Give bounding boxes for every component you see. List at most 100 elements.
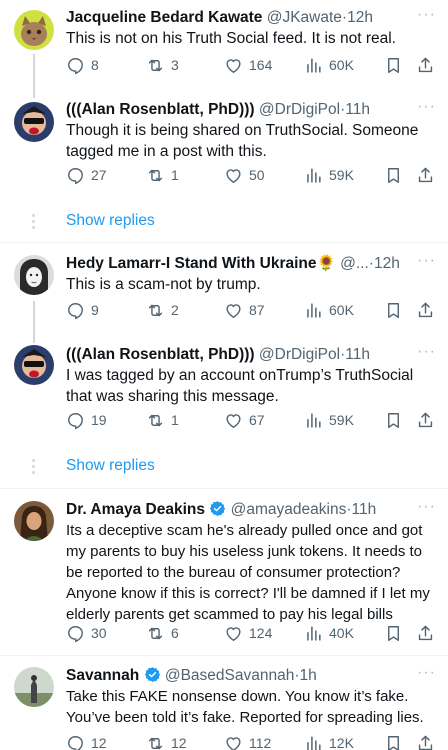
views-button[interactable]: 60K — [304, 301, 384, 320]
views-button[interactable]: 59K — [304, 166, 384, 185]
views-button[interactable]: 60K — [304, 56, 384, 75]
show-replies-link[interactable]: Show replies — [66, 212, 155, 230]
more-options-icon[interactable]: ··· — [417, 6, 436, 24]
views-button[interactable]: 12K — [304, 734, 384, 750]
more-options-icon[interactable]: ··· — [417, 498, 436, 516]
like-count: 164 — [249, 57, 273, 73]
avatar[interactable] — [14, 501, 54, 541]
like-button[interactable]: 87 — [224, 301, 304, 320]
bookmark-icon — [384, 734, 403, 750]
tweet[interactable]: (((Alan Rosenblatt, PhD))) @DrDigiPol·11… — [0, 335, 448, 441]
like-count: 112 — [249, 735, 272, 750]
bookmark-button[interactable] — [384, 301, 416, 320]
heart-icon — [224, 166, 243, 185]
share-button[interactable] — [416, 56, 436, 75]
timestamp[interactable]: 12h — [374, 255, 400, 272]
retweet-count: 3 — [171, 57, 179, 73]
views-button[interactable]: 59K — [304, 411, 384, 430]
avatar[interactable] — [14, 667, 54, 707]
share-icon — [416, 411, 435, 430]
reply-button[interactable]: 30 — [66, 624, 146, 643]
like-button[interactable]: 112 — [224, 734, 304, 750]
more-options-icon[interactable]: ··· — [417, 98, 436, 116]
share-button[interactable] — [416, 411, 436, 430]
action-bar: 27 1 50 59K — [66, 164, 438, 186]
author-handle[interactable]: @amayadeakins — [231, 501, 347, 518]
reply-icon — [66, 56, 85, 75]
more-options-icon[interactable]: ··· — [417, 252, 436, 270]
share-button[interactable] — [416, 734, 436, 750]
avatar[interactable] — [14, 255, 54, 295]
reply-icon — [66, 301, 85, 320]
retweet-button[interactable]: 6 — [146, 624, 218, 643]
timestamp[interactable]: 11h — [352, 501, 377, 518]
bookmark-button[interactable] — [384, 734, 416, 750]
reply-button[interactable]: 8 — [66, 56, 146, 75]
like-count: 67 — [249, 412, 265, 428]
share-button[interactable] — [416, 166, 436, 185]
share-icon — [416, 56, 435, 75]
heart-icon — [224, 301, 243, 320]
views-button[interactable]: 40K — [304, 624, 384, 643]
bookmark-button[interactable] — [384, 624, 416, 643]
tweet[interactable]: Savannah @BasedSavannah·1h ··· Take this… — [0, 656, 448, 750]
share-button[interactable] — [416, 301, 436, 320]
tweet[interactable]: Jacqueline Bedard Kawate @JKawate·12h ··… — [0, 0, 448, 98]
retweet-button[interactable]: 12 — [146, 734, 218, 750]
retweet-button[interactable]: 3 — [146, 56, 218, 75]
reply-button[interactable]: 12 — [66, 734, 146, 750]
bookmark-button[interactable] — [384, 56, 416, 75]
timestamp[interactable]: 12h — [347, 9, 373, 26]
timestamp[interactable]: 11h — [345, 346, 370, 363]
like-button[interactable]: 50 — [224, 166, 304, 185]
author-name[interactable]: (((Alan Rosenblatt, PhD))) — [66, 101, 255, 118]
views-icon — [304, 734, 323, 750]
show-replies-link[interactable]: Show replies — [66, 457, 155, 475]
reply-button[interactable]: 19 — [66, 411, 146, 430]
bookmark-button[interactable] — [384, 166, 416, 185]
action-bar: 19 1 67 59K — [66, 409, 438, 431]
retweet-button[interactable]: 1 — [146, 166, 218, 185]
avatar[interactable] — [14, 10, 54, 50]
tweet-header: Savannah @BasedSavannah·1h — [66, 666, 418, 685]
like-button[interactable]: 124 — [224, 624, 304, 643]
timestamp[interactable]: 11h — [345, 101, 370, 118]
action-bar: 12 12 112 12K — [66, 732, 438, 750]
tweet-header: (((Alan Rosenblatt, PhD))) @DrDigiPol·11… — [66, 345, 418, 364]
avatar[interactable] — [14, 345, 54, 385]
author-handle[interactable]: @BasedSavannah — [165, 667, 295, 684]
collapsed-thread-dots — [32, 459, 36, 477]
avatar[interactable] — [14, 102, 54, 142]
action-bar: 30 6 124 40K — [66, 622, 438, 644]
author-handle[interactable]: @JKawate — [267, 9, 342, 26]
bookmark-icon — [384, 301, 403, 320]
author-name[interactable]: Dr. Amaya Deakins — [66, 501, 205, 518]
share-icon — [416, 734, 435, 750]
author-handle[interactable]: @DrDigiPol — [259, 101, 340, 118]
reply-icon — [66, 166, 85, 185]
bookmark-button[interactable] — [384, 411, 416, 430]
tweet[interactable]: Hedy Lamarr-I Stand With Ukraine🌻 @...·1… — [0, 243, 448, 343]
more-options-icon[interactable]: ··· — [417, 343, 436, 361]
timestamp[interactable]: 1h — [300, 667, 317, 684]
retweet-icon — [146, 56, 165, 75]
reply-button[interactable]: 27 — [66, 166, 146, 185]
reply-count: 12 — [91, 735, 107, 750]
retweet-button[interactable]: 2 — [146, 301, 218, 320]
author-name[interactable]: Hedy Lamarr-I Stand With Ukraine — [66, 255, 317, 272]
author-name[interactable]: Jacqueline Bedard Kawate — [66, 9, 262, 26]
more-options-icon[interactable]: ··· — [417, 664, 436, 682]
author-handle[interactable]: @DrDigiPol — [259, 346, 340, 363]
like-button[interactable]: 67 — [224, 411, 304, 430]
tweet[interactable]: (((Alan Rosenblatt, PhD))) @DrDigiPol·11… — [0, 92, 448, 196]
tweet[interactable]: Dr. Amaya Deakins @amayadeakins·11h ··· … — [0, 489, 448, 653]
share-button[interactable] — [416, 624, 436, 643]
author-name[interactable]: Savannah — [66, 667, 139, 684]
author-handle[interactable]: @... — [340, 255, 369, 272]
share-icon — [416, 301, 435, 320]
reply-button[interactable]: 9 — [66, 301, 146, 320]
author-name[interactable]: (((Alan Rosenblatt, PhD))) — [66, 346, 255, 363]
like-button[interactable]: 164 — [224, 56, 304, 75]
retweet-button[interactable]: 1 — [146, 411, 218, 430]
views-icon — [304, 166, 323, 185]
